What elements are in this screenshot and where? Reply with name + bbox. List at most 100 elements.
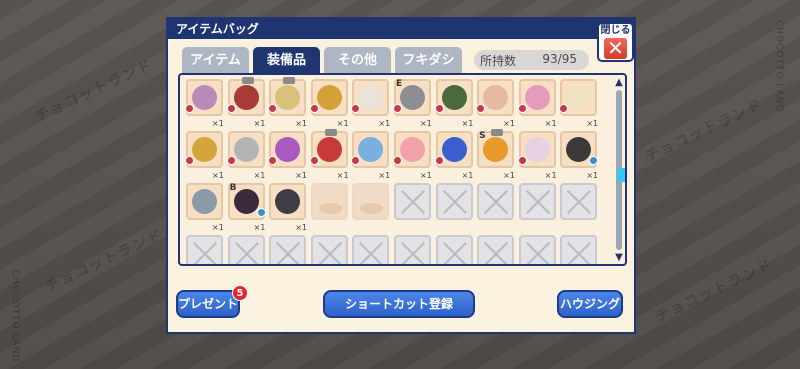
lock-icon bbox=[324, 129, 337, 136]
equip-tag-icon bbox=[559, 104, 569, 113]
item-slot[interactable]: ×1 bbox=[185, 79, 224, 128]
equip-tag-icon bbox=[476, 104, 486, 113]
item-slot[interactable]: ×1 bbox=[434, 131, 473, 180]
unicorn-icon bbox=[524, 137, 550, 162]
tab-other[interactable]: その他 bbox=[324, 47, 391, 73]
empty-slot[interactable] bbox=[560, 183, 598, 220]
side-label: CHOCOTTO LAND bbox=[774, 20, 784, 113]
item-slot[interactable]: ×1 bbox=[226, 131, 265, 180]
item-quantity: ×1 bbox=[336, 171, 349, 180]
red-scythe-icon bbox=[233, 85, 259, 110]
item-slot[interactable]: ×1 bbox=[309, 129, 349, 180]
item-slot[interactable]: ×1 bbox=[185, 131, 224, 180]
empty-slot[interactable] bbox=[477, 235, 515, 264]
empty-slot[interactable] bbox=[435, 183, 473, 220]
dark-knight-icon bbox=[233, 189, 259, 214]
equip-tag-icon bbox=[226, 104, 236, 113]
item-slot[interactable]: S ×1 bbox=[477, 129, 515, 180]
item-quantity: ×1 bbox=[336, 119, 349, 128]
dice-staff-icon bbox=[316, 85, 342, 110]
item-slot[interactable]: ×1 bbox=[560, 131, 599, 180]
silver-armor-icon bbox=[233, 137, 259, 162]
rank-badge: S bbox=[479, 131, 486, 141]
present-notification-badge: 5 bbox=[232, 285, 248, 301]
item-quantity: ×1 bbox=[378, 119, 391, 128]
gold-helmet-icon bbox=[192, 137, 217, 162]
empty-slot[interactable] bbox=[227, 235, 265, 264]
item-grid-frame: ×1 ×1 ×1 ×1 ×1 E ×1 ×1 ×1 ×1 ×1 ×1 ×1 ×1 ×1 ×1 ×1 ×1 S ×1 ×1… bbox=[178, 73, 627, 266]
scroll-up-icon[interactable]: ▲ bbox=[613, 77, 625, 88]
item-slot[interactable]: ×1 bbox=[517, 79, 557, 128]
item-quantity: ×1 bbox=[419, 171, 432, 180]
item-slot[interactable]: ×1 bbox=[309, 79, 349, 128]
item-quantity: ×1 bbox=[586, 171, 599, 180]
item-slot[interactable]: ×1 bbox=[559, 79, 598, 128]
slot-placeholder bbox=[318, 203, 342, 214]
close-icon: ✕ bbox=[604, 38, 627, 59]
item-slot[interactable]: ×1 bbox=[226, 77, 265, 128]
scroll-track[interactable] bbox=[616, 90, 625, 250]
item-quantity: ×1 bbox=[295, 171, 307, 180]
black-glove-icon bbox=[566, 137, 592, 162]
equip-tag-icon bbox=[268, 156, 278, 165]
item-slot[interactable]: ×1 bbox=[269, 183, 307, 232]
item-slot[interactable]: ×1 bbox=[351, 79, 390, 128]
item-slot[interactable]: ×1 bbox=[268, 131, 307, 180]
equip-tag-icon bbox=[351, 156, 361, 165]
empty-slot[interactable] bbox=[518, 183, 556, 220]
item-quantity: ×1 bbox=[544, 171, 557, 180]
equip-tag-icon bbox=[434, 104, 444, 113]
scroll-down-icon[interactable]: ▼ bbox=[613, 252, 625, 263]
tab-speech-bubble[interactable]: フキダシ bbox=[395, 47, 462, 73]
item-grid: ×1 ×1 ×1 ×1 ×1 E ×1 ×1 ×1 ×1 ×1 ×1 ×1 ×1 ×1 ×1 ×1 ×1 S ×1 ×1… bbox=[185, 77, 601, 264]
scroll-thumb[interactable] bbox=[617, 168, 625, 182]
equip-tag-icon bbox=[226, 156, 236, 165]
housing-button[interactable]: ハウジング bbox=[557, 290, 623, 318]
equip-tag-icon bbox=[392, 156, 402, 165]
scrollbar[interactable]: ▲ ▼ bbox=[613, 77, 625, 263]
empty-slot[interactable] bbox=[560, 235, 598, 264]
empty-slot[interactable] bbox=[435, 235, 473, 264]
item-slot[interactable]: ×1 bbox=[268, 77, 307, 128]
blue-wand-icon bbox=[358, 137, 384, 162]
equip-tag-icon bbox=[185, 156, 194, 165]
item-slot[interactable]: ×1 bbox=[351, 131, 390, 180]
empty-slot[interactable] bbox=[518, 235, 556, 264]
empty-slot[interactable] bbox=[269, 235, 307, 264]
item-slot[interactable]: B ×1 bbox=[227, 183, 266, 232]
item-slot[interactable]: ×1 bbox=[517, 131, 557, 180]
empty-slot[interactable] bbox=[310, 235, 348, 264]
item-quantity: ×1 bbox=[212, 119, 224, 128]
close-button[interactable]: 閉じる ✕ bbox=[597, 22, 634, 62]
blank-slot[interactable] bbox=[310, 183, 348, 220]
title-bar: アイテムバッグ bbox=[168, 17, 634, 39]
item-slot[interactable]: ×1 bbox=[476, 79, 515, 128]
item-quantity: ×1 bbox=[212, 171, 224, 180]
empty-slot[interactable] bbox=[477, 183, 515, 220]
pink-dress-icon bbox=[524, 85, 550, 110]
empty-slot[interactable] bbox=[393, 235, 431, 264]
tab-items[interactable]: アイテム bbox=[182, 47, 249, 73]
item-slot[interactable]: ×1 bbox=[392, 131, 432, 180]
dark-cloak-icon bbox=[275, 189, 301, 214]
item-slot[interactable]: ×1 bbox=[434, 79, 473, 128]
purple-hair-icon bbox=[275, 137, 301, 162]
equip-tag-icon bbox=[351, 104, 361, 113]
mirror-icon bbox=[483, 85, 509, 110]
empty-slot[interactable] bbox=[186, 235, 223, 264]
side-label: CHOCOTTO LAND bbox=[10, 270, 20, 363]
lock-icon bbox=[491, 129, 504, 136]
white-hat-icon bbox=[566, 85, 592, 110]
item-slot[interactable]: ×1 bbox=[186, 183, 224, 232]
item-quantity: ×1 bbox=[253, 119, 266, 128]
present-button[interactable]: プレゼント bbox=[176, 290, 240, 318]
shortcut-register-button[interactable]: ショートカット登録 bbox=[323, 290, 475, 318]
item-slot[interactable]: E ×1 bbox=[392, 79, 432, 128]
empty-slot[interactable] bbox=[352, 235, 390, 264]
tab-equipment[interactable]: 装備品 bbox=[253, 47, 320, 74]
blank-slot[interactable] bbox=[352, 183, 390, 220]
rank-badge: E bbox=[395, 79, 403, 89]
empty-slot[interactable] bbox=[393, 183, 431, 220]
equip-tag-icon bbox=[309, 104, 319, 113]
equip-tag-icon bbox=[517, 156, 527, 165]
